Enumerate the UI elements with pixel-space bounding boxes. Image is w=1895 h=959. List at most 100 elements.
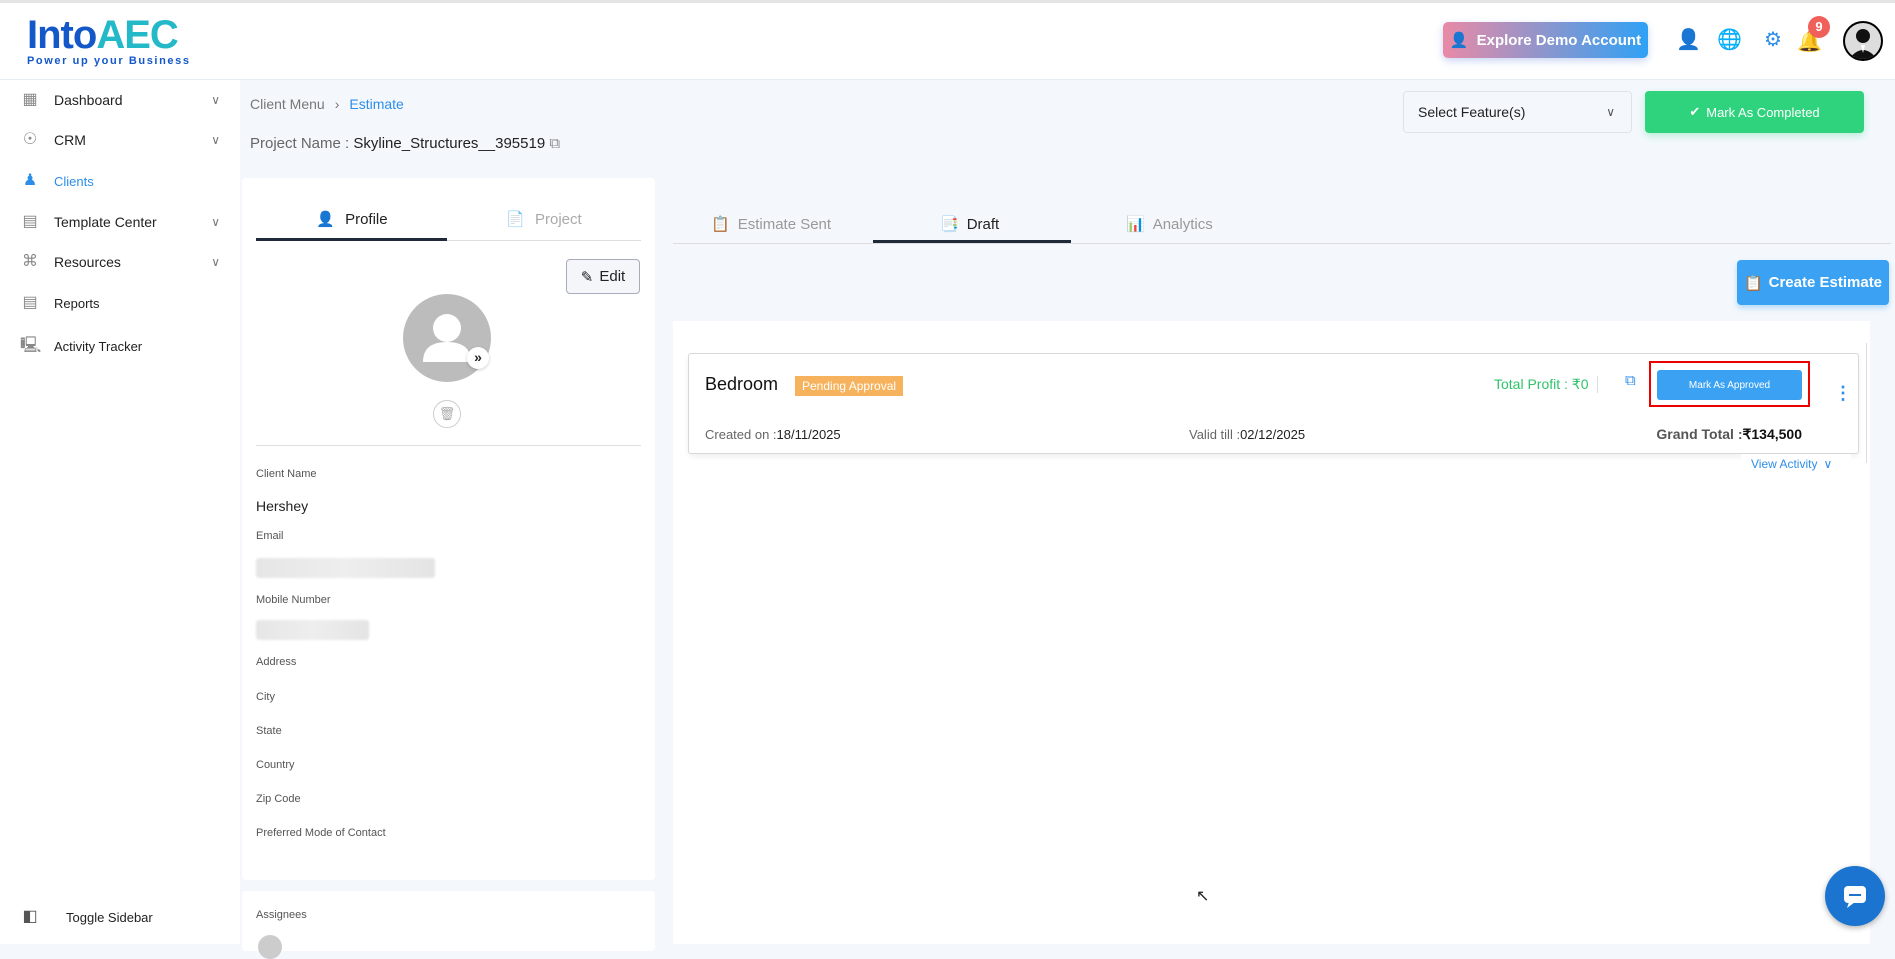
clients-icon: ♟: [22, 172, 38, 189]
project-label: Project Name :: [250, 135, 350, 152]
sidebar: ▦ Dashboard ∨ ☉ CRM ∨ ♟ Clients ▤ Template Cen…: [0, 80, 240, 944]
mobile-value-redacted: [256, 620, 369, 640]
tab-draft[interactable]: 📑 Draft: [940, 207, 999, 241]
receipt-icon: 📋: [1743, 274, 1763, 292]
tab-label: Analytics: [1152, 215, 1213, 233]
expand-icon[interactable]: »: [467, 347, 489, 369]
estimate-title: Bedroom: [705, 374, 779, 394]
assignee-avatar[interactable]: [258, 935, 282, 959]
active-tab-indicator: [256, 238, 447, 241]
chevron-right-icon: ›: [334, 96, 340, 112]
chat-widget-button[interactable]: [1825, 866, 1885, 926]
complete-label: Mark As Completed: [1706, 104, 1820, 120]
intoaec-logo[interactable]: IntoAEC Power up your Business: [27, 13, 191, 67]
globe-icon[interactable]: 🌐: [1717, 28, 1742, 52]
notification-badge: 9: [1808, 16, 1830, 38]
view-activity-label: View Activity: [1751, 457, 1818, 471]
sidebar-item-dashboard[interactable]: ▦ Dashboard ∨: [20, 85, 220, 115]
sidebar-label: Activity Tracker: [54, 338, 143, 354]
breadcrumb: Client Menu › Estimate: [250, 96, 404, 112]
sidebar-item-clients[interactable]: ♟ Clients: [20, 166, 220, 196]
valid-label: Valid till :: [1189, 427, 1241, 442]
sidebar-label: CRM: [54, 132, 86, 148]
address-label: Address: [256, 656, 297, 668]
status-badge: Pending Approval: [795, 376, 904, 396]
add-user-icon[interactable]: 👤: [1676, 28, 1701, 52]
toggle-label: Toggle Sidebar: [66, 909, 153, 925]
active-tab-indicator: [873, 240, 1071, 243]
sidebar-toggle-icon: ◧: [22, 908, 38, 925]
template-icon: ▤: [22, 213, 38, 230]
user-avatar[interactable]: [1843, 21, 1883, 61]
email-label: Email: [256, 530, 284, 542]
total-profit: Total Profit : ₹0: [1494, 376, 1598, 393]
person-icon: 👤: [316, 211, 336, 228]
sidebar-label: Resources: [54, 254, 121, 270]
valid-till: Valid till :02/12/2025: [1189, 427, 1305, 442]
crm-icon: ☉: [22, 131, 38, 148]
explore-demo-button[interactable]: 👤 Explore Demo Account: [1443, 22, 1648, 58]
chevron-down-icon: ∨: [211, 133, 220, 147]
resources-icon: ⌘: [22, 253, 38, 270]
tab-project[interactable]: 📄 Project: [448, 198, 640, 240]
reports-icon: ▤: [22, 294, 38, 311]
toggle-sidebar-button[interactable]: ◧ Toggle Sidebar: [20, 902, 220, 932]
select-feature-dropdown[interactable]: Select Feature(s) ∨: [1403, 91, 1632, 133]
dashboard-icon: ▦: [22, 91, 38, 108]
breadcrumb-client-menu[interactable]: Client Menu: [250, 96, 325, 112]
chat-icon: [1844, 886, 1866, 908]
select-placeholder: Select Feature(s): [1418, 104, 1526, 120]
activity-icon: 🖳: [20, 337, 42, 354]
mouse-cursor: ↖: [1196, 888, 1210, 905]
chevron-down-icon: ∨: [211, 215, 220, 229]
city-label: City: [256, 691, 275, 703]
sidebar-item-resources[interactable]: ⌘ Resources ∨: [20, 247, 220, 277]
chevron-down-icon: ∨: [211, 93, 220, 107]
sidebar-item-activity-tracker[interactable]: 🖳 Activity Tracker: [20, 331, 220, 361]
client-profile-panel: 👤 Profile 📄 Project ✎ Edit » 🗑 Client Name …: [242, 178, 655, 880]
mark-as-approved-button[interactable]: Mark As Approved: [1657, 370, 1802, 400]
tab-label: Draft: [966, 215, 1000, 233]
divider: [256, 445, 641, 446]
created-value: 18/11/2025: [776, 427, 841, 442]
mark-as-completed-button[interactable]: ✔ Mark As Completed: [1645, 91, 1864, 133]
sidebar-label: Dashboard: [54, 92, 123, 108]
copy-icon[interactable]: ⧉: [549, 135, 560, 152]
client-name-value: Hershey: [256, 498, 309, 514]
sidebar-label: Clients: [54, 173, 94, 189]
project-name-value: Skyline_Structures__395519: [353, 135, 546, 152]
draft-icon: 📑: [940, 216, 959, 233]
grand-total-label: Grand Total :: [1656, 426, 1743, 442]
receipt-icon: 📋: [711, 216, 730, 233]
client-name-label: Client Name: [256, 468, 317, 480]
user-icon: 👤: [1449, 32, 1469, 49]
logo-text: Into: [27, 13, 97, 57]
tab-profile[interactable]: 👤 Profile: [256, 198, 448, 240]
estimate-card[interactable]: Bedroom Pending Approval Total Profit : …: [688, 353, 1859, 454]
sidebar-item-reports[interactable]: ▤ Reports: [20, 288, 220, 318]
external-link-icon[interactable]: ⧉: [1625, 372, 1636, 389]
demo-label: Explore Demo Account: [1476, 31, 1642, 49]
scrollbar[interactable]: [1866, 343, 1867, 463]
edit-button[interactable]: ✎ Edit: [566, 259, 640, 294]
email-value-redacted: [256, 558, 435, 578]
sidebar-item-crm[interactable]: ☉ CRM ∨: [20, 125, 220, 155]
country-label: Country: [256, 759, 295, 771]
tab-analytics[interactable]: 📊 Analytics: [1126, 207, 1213, 241]
created-on: Created on :18/11/2025: [705, 427, 841, 442]
sidebar-label: Reports: [54, 295, 100, 311]
sidebar-item-template-center[interactable]: ▤ Template Center ∨: [20, 207, 220, 237]
logo-tagline: Power up your Business: [27, 55, 191, 67]
create-label: Create Estimate: [1768, 274, 1883, 291]
view-activity-toggle[interactable]: View Activity ∨: [1741, 454, 1851, 474]
edit-label: Edit: [599, 268, 626, 285]
more-options-icon[interactable]: ⋮: [1834, 384, 1852, 402]
pencil-icon: ✎: [580, 268, 594, 286]
gear-icon[interactable]: ⚙: [1761, 28, 1785, 52]
analytics-icon: 📊: [1126, 216, 1145, 233]
tab-estimate-sent[interactable]: 📋 Estimate Sent: [711, 207, 831, 241]
chevron-down-icon: ∨: [211, 255, 220, 269]
trash-icon[interactable]: 🗑: [433, 400, 461, 428]
create-estimate-button[interactable]: 📋 Create Estimate: [1737, 260, 1889, 305]
chevron-down-icon: ∨: [1606, 105, 1615, 119]
